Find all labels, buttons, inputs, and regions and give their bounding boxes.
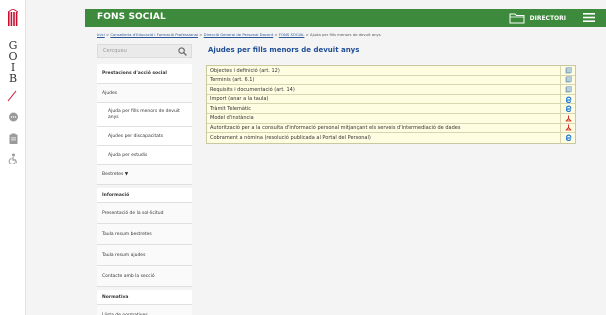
sidebar-item-ajuda-fills[interactable]: Ajuda per fills menors de devuit anys [97, 103, 192, 127]
document-icon [565, 76, 572, 83]
sidebar-item-informacio[interactable]: Informació [97, 188, 192, 203]
browser-icon [565, 105, 571, 113]
sidebar-item-normativa[interactable]: Normativa [97, 290, 192, 305]
sidebar-item-estudis[interactable]: Ajuda per estudis [97, 146, 192, 165]
sidebar-item-taula-ajudes[interactable]: Taula resum ajudes [97, 245, 192, 266]
row-link[interactable]: Model d'instància [210, 115, 254, 121]
row-icon-cell[interactable] [560, 104, 575, 113]
row-link[interactable]: Autorització per a la consulta d'informa… [210, 125, 460, 131]
row-icon-cell[interactable] [560, 123, 575, 133]
row-icon-cell[interactable] [560, 75, 575, 85]
row-link[interactable]: Requisits i documentació (art. 14) [210, 87, 295, 93]
row-icon-cell[interactable] [560, 113, 575, 123]
row-link[interactable]: Terminis (art. 6.1) [210, 77, 254, 83]
table-row[interactable]: Cobrament a nòmina (resolució publicada … [207, 133, 575, 143]
row-icon-cell[interactable] [560, 85, 575, 94]
sidebar-item-llista-normatives[interactable]: Llista de normatives [97, 305, 192, 315]
table-row[interactable]: Objectes i definició (art. 12) [207, 66, 575, 76]
row-icon-cell[interactable] [560, 133, 575, 143]
row-link[interactable]: Cobrament a nòmina (resolució publicada … [210, 135, 371, 141]
sidebar-item-bestretes[interactable]: Bestretes ▼ [97, 165, 192, 185]
goib-rail: G O I B [0, 0, 26, 315]
hamburger-menu-icon[interactable] [583, 12, 595, 23]
chat-icon[interactable] [8, 112, 19, 123]
page-title: Ajudes per fills menors de devuit anys [208, 46, 360, 54]
site-title[interactable]: FONS SOCIAL [97, 12, 166, 22]
pdf-icon [565, 115, 571, 122]
row-icon-cell[interactable] [560, 66, 575, 75]
row-link[interactable]: Tràmit Telemàtic [210, 106, 251, 112]
row-link[interactable]: Objectes i definició (art. 12) [210, 68, 280, 74]
goib-letter: B [8, 72, 18, 85]
goib-wordmark: G O I B [6, 40, 20, 84]
sidebar-item-contacte[interactable]: Contacte amb la secció [97, 266, 192, 287]
sidebar-nav: Prestacions d'acció social Ajudes Ajuda … [97, 64, 192, 315]
table-row[interactable]: Requisits i documentació (art. 14) [207, 85, 575, 95]
sidebar-item-ajudes[interactable]: Ajudes [97, 84, 192, 103]
sidebar-item-taula-bestretes[interactable]: Taula resum bestretes [97, 224, 192, 245]
search-input[interactable]: Cercqueu [97, 44, 192, 58]
clipboard-icon[interactable] [8, 133, 19, 144]
table-row[interactable]: Tràmit Telemàtic [207, 104, 575, 114]
goib-slash-icon [7, 90, 17, 102]
search-icon[interactable] [178, 47, 187, 56]
accessibility-icon[interactable] [8, 153, 19, 164]
document-icon [565, 86, 572, 93]
table-row[interactable]: Autorització per a la consulta d'informa… [207, 123, 575, 134]
row-icon-cell[interactable] [560, 94, 575, 104]
sidebar-item-prestacions[interactable]: Prestacions d'acció social [97, 64, 192, 84]
directory-button[interactable]: DIRECTORI [509, 11, 566, 25]
page: G O I B FONS SOCIAL DIRECTORI Inici > Co… [0, 0, 606, 315]
pdf-icon [565, 124, 571, 131]
sidebar-item-discapacitats[interactable]: Ajudes per discapacitats [97, 127, 192, 146]
sidebar-item-presentacio[interactable]: Presentació de la sol·licitud [97, 203, 192, 224]
folder-icon [509, 13, 525, 24]
breadcrumb-link[interactable]: Conselleria d'Educació i Formació Profes… [110, 32, 198, 37]
breadcrumb-current: Ajuda per fills menors de devuit anys [309, 32, 381, 37]
goib-logo-icon[interactable] [7, 9, 19, 29]
row-link[interactable]: Import (anar a la taula) [210, 96, 268, 102]
directory-label: DIRECTORI [529, 14, 566, 22]
breadcrumb: Inici > Conselleria d'Educació i Formaci… [97, 32, 381, 37]
breadcrumb-link[interactable]: Direcció General de Personal Docent [204, 32, 274, 37]
search-placeholder: Cercqueu [103, 48, 127, 54]
breadcrumb-link[interactable]: Inici [97, 32, 105, 37]
document-icon [565, 67, 572, 74]
table-row[interactable]: Model d'instància [207, 113, 575, 124]
table-row[interactable]: Terminis (art. 6.1) [207, 75, 575, 86]
table-row[interactable]: Import (anar a la taula) [207, 94, 575, 105]
browser-icon [565, 96, 571, 103]
documents-table: Objectes i definició (art. 12) Terminis … [206, 65, 576, 144]
breadcrumb-link[interactable]: FONS SOCIAL [279, 32, 305, 37]
browser-icon [565, 134, 571, 142]
header-bar: FONS SOCIAL DIRECTORI [85, 9, 606, 27]
